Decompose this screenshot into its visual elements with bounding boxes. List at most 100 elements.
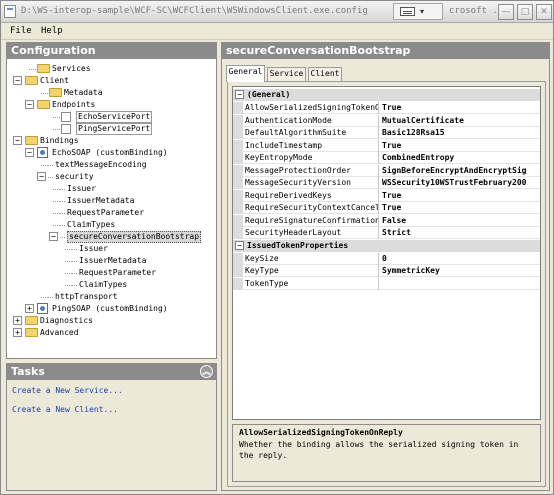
tree-connector xyxy=(48,165,53,166)
property-value[interactable]: SymmetricKey xyxy=(382,265,540,277)
property-row[interactable]: KeyEntropyMode CombinedEntropy xyxy=(233,152,540,164)
property-description: AllowSerializedSigningTokenOnReply Wheth… xyxy=(232,424,541,482)
property-value[interactable]: True xyxy=(382,190,540,202)
menu-file[interactable]: File xyxy=(10,26,32,36)
tree-item-label: textMessageEncoding xyxy=(55,160,147,169)
tree-item[interactable]: RequestParameter xyxy=(7,267,212,279)
create-service-link[interactable]: Create a New Service... xyxy=(12,386,123,395)
minimize-button[interactable]: — xyxy=(498,4,514,20)
property-value[interactable] xyxy=(382,278,540,290)
property-value[interactable]: False xyxy=(382,215,540,227)
tree-connector xyxy=(41,165,48,166)
collapse-icon[interactable]: − xyxy=(25,100,34,109)
tree-connector xyxy=(65,249,72,250)
property-row[interactable]: MessageSecurityVersion WSSecurity10WSTrus… xyxy=(233,177,540,189)
tree-item[interactable]: − secureConversationBootstrap xyxy=(7,231,212,243)
tree-item[interactable]: − Bindings xyxy=(7,135,212,147)
tree-item[interactable]: Services xyxy=(7,63,212,75)
tree-item[interactable]: − Client xyxy=(7,75,212,87)
tree-connector xyxy=(72,285,77,286)
tab-service[interactable]: Service xyxy=(267,67,306,81)
tree-item[interactable]: PingServicePort xyxy=(7,123,212,135)
property-row[interactable]: KeySize 0 xyxy=(233,252,540,265)
property-row[interactable]: KeyType SymmetricKey xyxy=(233,265,540,277)
property-row[interactable]: SecurityHeaderLayout Strict xyxy=(233,227,540,239)
tasks-pane: Tasks ︽ Create a New Service... Create a… xyxy=(6,363,217,491)
tree-item[interactable]: + Advanced xyxy=(7,327,212,339)
close-button[interactable]: ✕ xyxy=(536,4,552,20)
expand-icon[interactable]: + xyxy=(13,328,22,337)
tree-item-label: Diagnostics xyxy=(40,316,93,325)
tab-client[interactable]: Client xyxy=(308,67,342,81)
grid-category-label: (General) xyxy=(247,90,291,99)
tree-item-label: httpTransport xyxy=(55,292,118,301)
expand-icon[interactable]: + xyxy=(25,304,34,313)
collapse-icon[interactable]: − xyxy=(235,240,244,250)
tree-item[interactable]: RequestParameter xyxy=(7,207,212,219)
property-value[interactable]: Strict xyxy=(382,227,540,239)
create-client-link[interactable]: Create a New Client... xyxy=(12,405,118,414)
tree-item[interactable]: − Endpoints xyxy=(7,99,212,111)
details-title: secureConversationBootstrap xyxy=(222,43,549,59)
collapse-icon[interactable]: − xyxy=(49,232,58,241)
tree-item-label: ClaimTypes xyxy=(79,280,128,289)
tree-item[interactable]: ClaimTypes xyxy=(7,219,212,231)
property-value[interactable]: WSSecurity10WSTrustFebruary200 xyxy=(382,177,540,189)
property-value[interactable]: Basic128Rsa15 xyxy=(382,127,540,139)
row-margin xyxy=(233,114,243,127)
collapse-icon[interactable]: − xyxy=(235,90,244,99)
property-value[interactable]: CombinedEntropy xyxy=(382,152,540,164)
tree-item[interactable]: Issuer xyxy=(7,183,212,195)
tree-item[interactable]: Issuer xyxy=(7,243,212,255)
tree-item[interactable]: EchoServicePort xyxy=(7,111,212,123)
tree-item[interactable]: httpTransport xyxy=(7,291,212,303)
property-row[interactable]: AuthenticationMode MutualCertificate xyxy=(233,114,540,127)
property-row[interactable]: RequireDerivedKeys True xyxy=(233,189,540,202)
title-bar[interactable]: D:\WS-interop-sample\WCF-SC\WCFClient\WS… xyxy=(1,1,553,23)
collapse-icon[interactable]: − xyxy=(25,148,34,157)
tree-item[interactable]: − EchoSOAP (customBinding) xyxy=(7,147,212,159)
tree-item[interactable]: + Diagnostics xyxy=(7,315,212,327)
property-name: KeySize xyxy=(245,252,379,265)
property-value[interactable]: MutualCertificate xyxy=(382,115,540,127)
input-method-indicator[interactable]: ▾ xyxy=(393,3,443,20)
collapse-icon[interactable]: − xyxy=(37,172,46,181)
page-icon xyxy=(61,124,71,134)
description-title: AllowSerializedSigningTokenOnReply xyxy=(239,428,403,437)
tree-item[interactable]: Metadata xyxy=(7,87,212,99)
tab-general[interactable]: General xyxy=(226,65,265,82)
tree-item-label: ClaimTypes xyxy=(67,220,116,229)
tree-item[interactable]: ClaimTypes xyxy=(7,279,212,291)
property-row[interactable]: DefaultAlgorithmSuite Basic128Rsa15 xyxy=(233,127,540,139)
grid-category[interactable]: − IssuedTokenProperties xyxy=(233,239,540,252)
tree-item-label: Client xyxy=(40,76,69,85)
property-row[interactable]: RequireSecurityContextCancella True xyxy=(233,202,540,214)
tree-item[interactable]: IssuerMetadata xyxy=(7,255,212,267)
collapse-icon[interactable]: − xyxy=(13,136,22,145)
tree-item[interactable]: + PingSOAP (customBinding) xyxy=(7,303,212,315)
collapse-icon[interactable]: − xyxy=(13,76,22,85)
maximize-button[interactable]: □ xyxy=(517,4,533,20)
property-row[interactable]: RequireSignatureConfirmation False xyxy=(233,214,540,227)
property-value[interactable]: True xyxy=(382,202,540,214)
property-row[interactable]: MessageProtectionOrder SignBeforeEncryptA… xyxy=(233,164,540,177)
collapse-icon[interactable]: ︽ xyxy=(200,365,213,378)
grid-category[interactable]: − (General) xyxy=(233,89,540,101)
property-value[interactable]: 0 xyxy=(382,253,540,265)
row-margin xyxy=(233,102,243,114)
property-value[interactable]: True xyxy=(382,140,540,152)
property-row[interactable]: IncludeTimestamp True xyxy=(233,139,540,152)
tree-item[interactable]: IssuerMetadata xyxy=(7,195,212,207)
tree-item[interactable]: textMessageEncoding xyxy=(7,159,212,171)
property-row[interactable]: AllowSerializedSigningTokenOnR True xyxy=(233,102,540,114)
tree-item[interactable]: − security xyxy=(7,171,212,183)
configuration-tree[interactable]: Services − Client Metadata − Endpoints EchoSer… xyxy=(7,60,216,358)
property-row[interactable]: TokenType xyxy=(233,277,540,290)
expand-icon[interactable]: + xyxy=(13,316,22,325)
property-value[interactable]: SignBeforeEncryptAndEncryptSig xyxy=(382,165,540,177)
property-name: DefaultAlgorithmSuite xyxy=(245,127,379,139)
menu-help[interactable]: Help xyxy=(41,26,63,36)
property-value[interactable]: True xyxy=(382,102,540,114)
property-grid[interactable]: − (General) AllowSerializedSigningTokenOnR… xyxy=(232,86,541,420)
tree-item-label: Services xyxy=(52,64,91,73)
